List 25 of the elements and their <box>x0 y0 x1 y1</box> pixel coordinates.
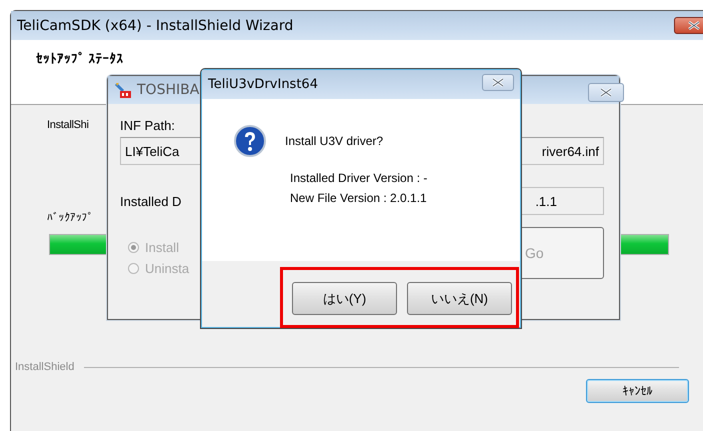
radio-label: Uninsta <box>145 261 190 276</box>
close-button[interactable] <box>482 74 514 91</box>
no-button[interactable]: いいえ(N) <box>407 282 512 315</box>
cancel-button[interactable]: ｷｬﾝｾﾙ <box>586 379 689 403</box>
status-label: InstallShi <box>47 119 89 131</box>
close-button[interactable] <box>674 17 703 34</box>
window-title: TeliCamSDK (x64) - InstallShield Wizard <box>17 18 294 34</box>
close-icon <box>492 78 504 87</box>
question-text: Install U3V driver? <box>285 134 384 148</box>
close-button[interactable] <box>588 83 624 102</box>
close-icon <box>600 88 612 97</box>
progress-label: ﾊﾞｯｸｱｯﾌﾟ <box>47 211 94 224</box>
radio-label: Install <box>145 240 179 255</box>
detail-text: New File Version : 2.0.1.1 <box>290 191 428 205</box>
brand-label: InstallShield <box>14 361 74 373</box>
inf-path-label: INF Path: <box>120 118 176 133</box>
page-heading: ｾｯﾄｱｯﾌﾟ ｽﾃｰﾀｽ <box>36 51 124 66</box>
version-label: Installed D <box>120 194 182 208</box>
window-title: TOSHIBA <box>137 82 200 98</box>
close-icon <box>688 21 700 30</box>
tool-icon <box>114 81 132 99</box>
dialog-title: TeliU3vDrvInst64 <box>208 77 318 92</box>
detail-text: Installed Driver Version : - <box>290 171 428 185</box>
yes-button[interactable]: はい(Y) <box>292 282 397 315</box>
question-icon <box>234 125 266 157</box>
